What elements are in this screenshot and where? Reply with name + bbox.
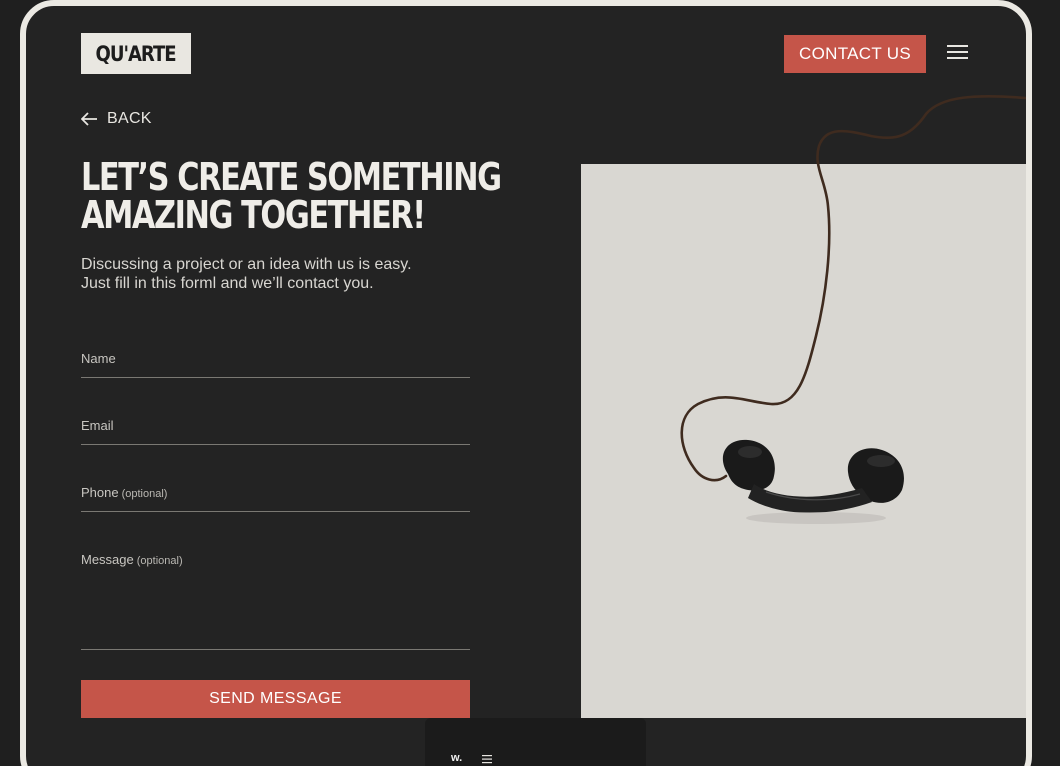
bottom-toolbar[interactable]: w. [425,718,646,766]
telephone-handset [722,439,904,524]
badge-logo[interactable]: w. [451,752,462,764]
device-frame: QU'ARTE CONTACT US BACK LET’S CREATE SOM… [20,0,1032,766]
telephone-cord-illustration [680,94,1026,524]
telephone-cord [680,94,1026,482]
hamburger-small-icon[interactable] [482,754,494,764]
